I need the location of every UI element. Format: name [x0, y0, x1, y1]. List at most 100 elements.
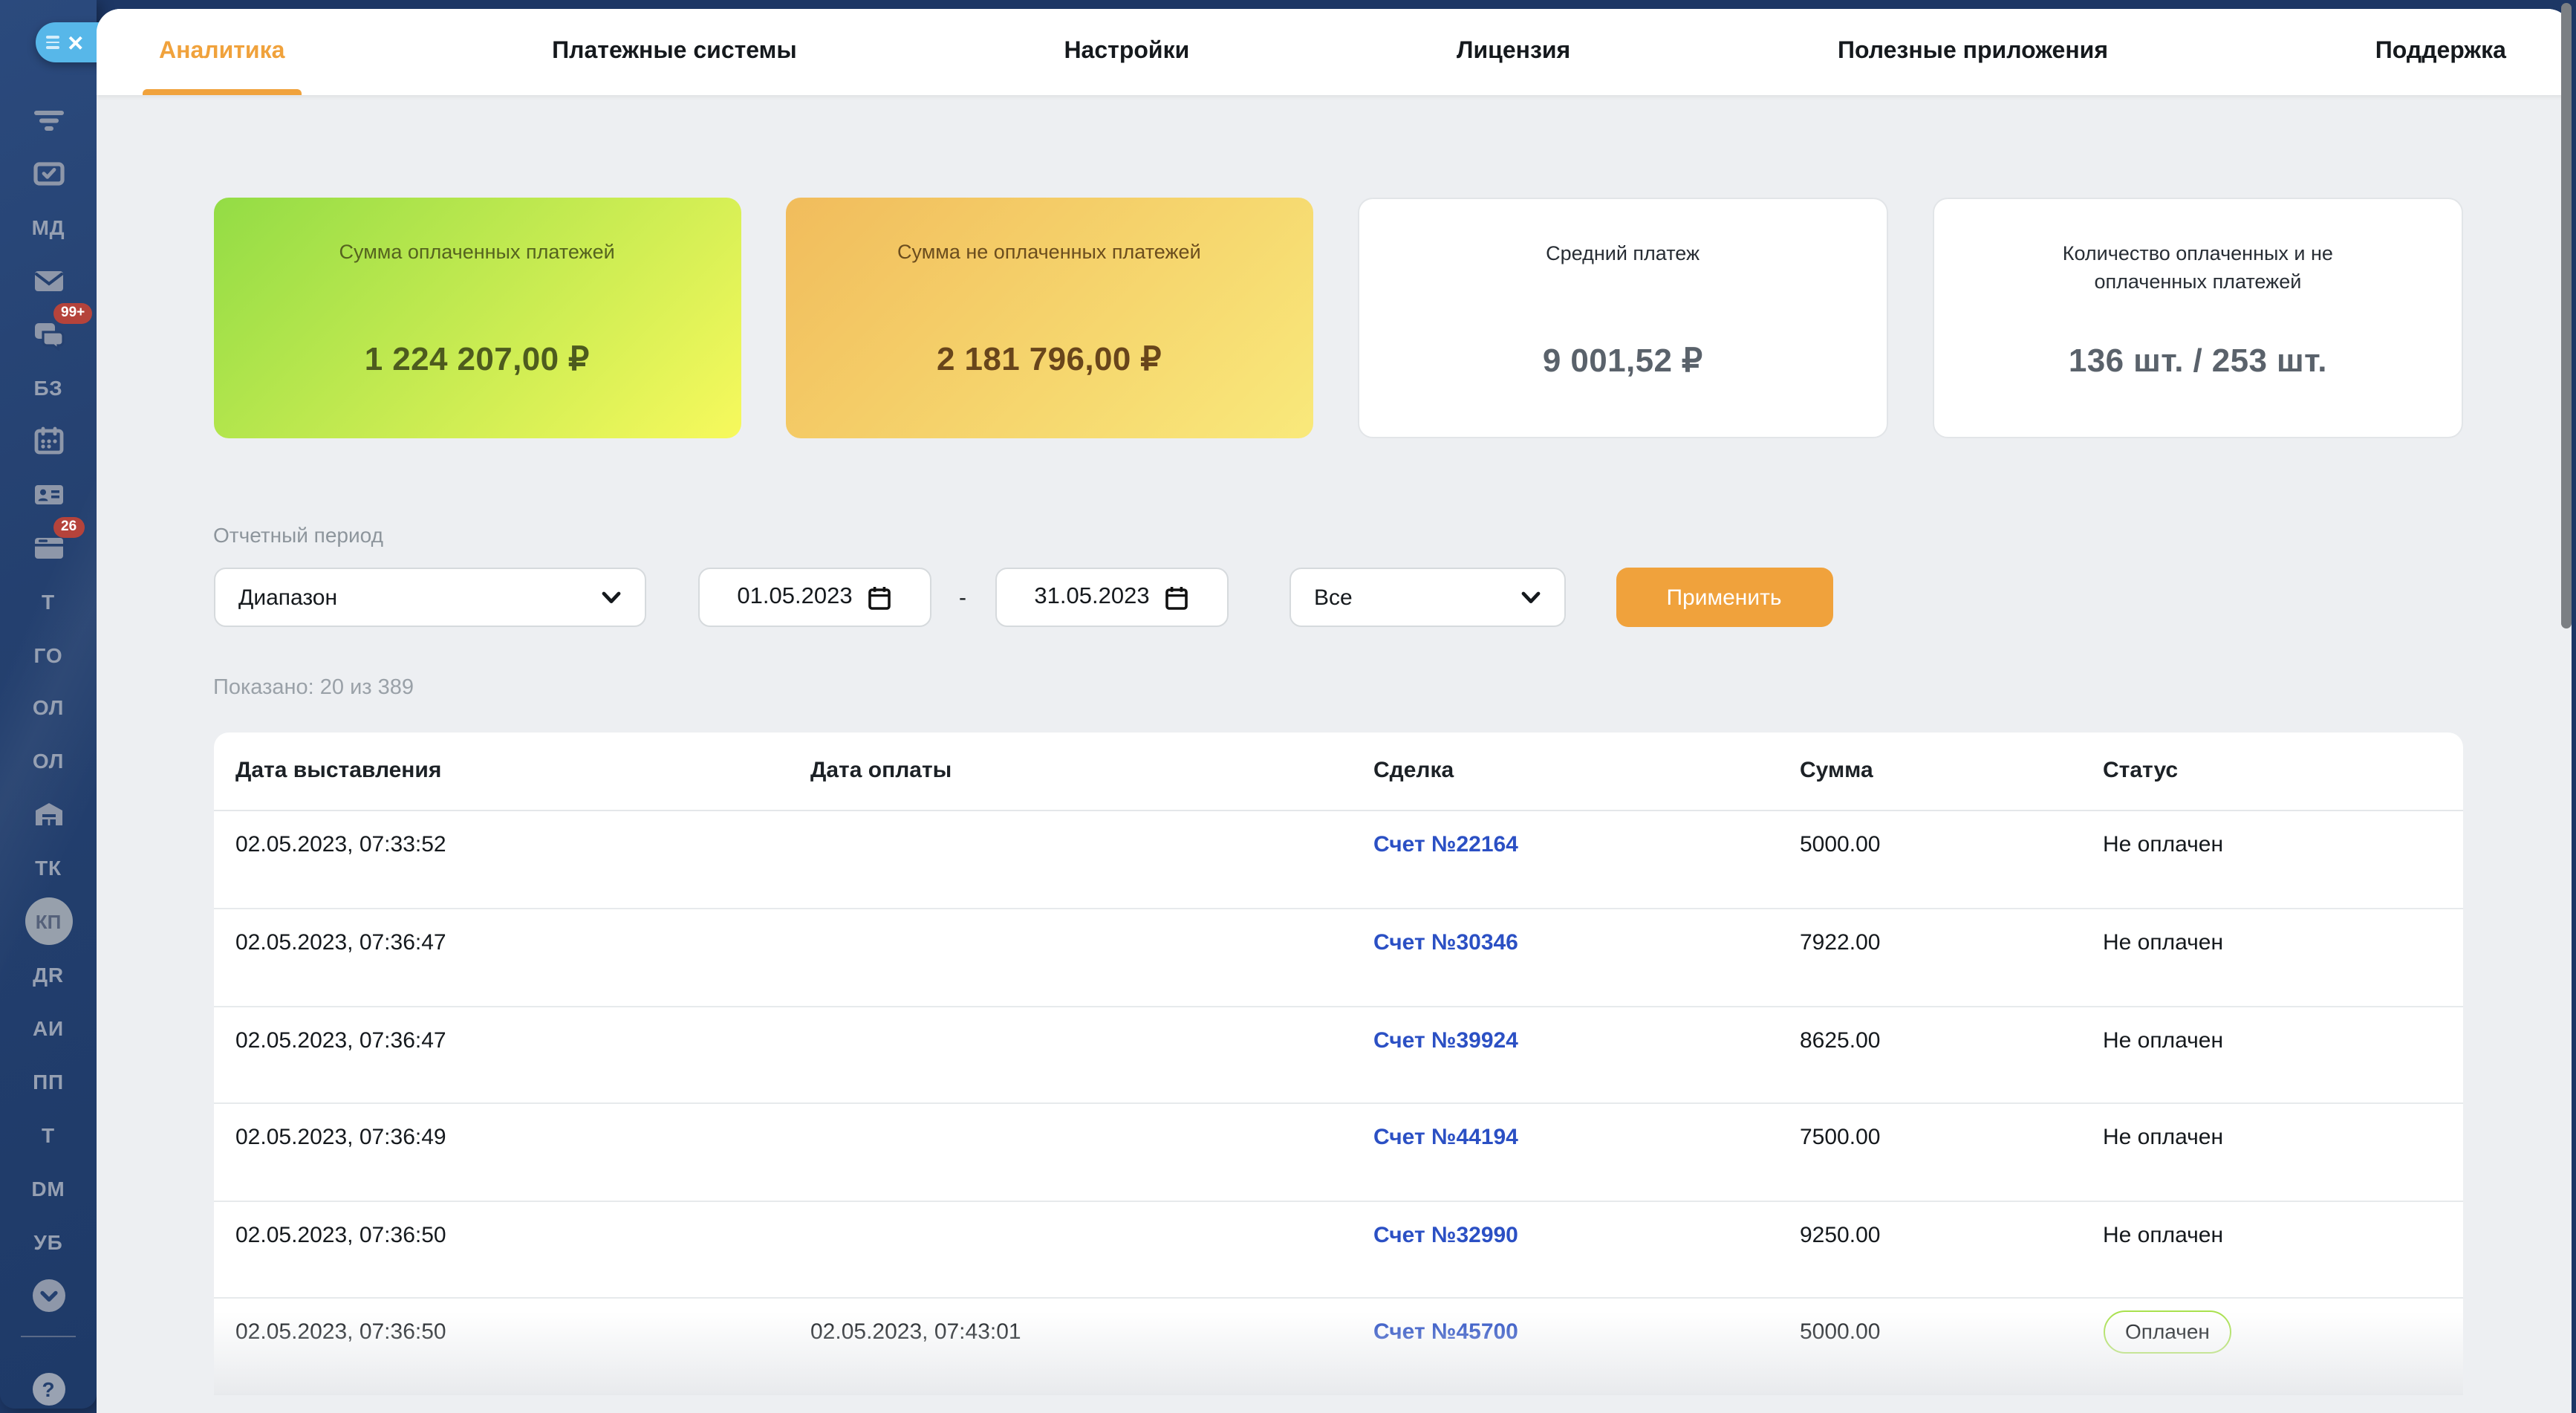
column-header: Сделка [1373, 759, 1800, 784]
sidebar-item-envelope[interactable] [0, 257, 97, 305]
calendar-icon [32, 424, 65, 457]
scope-select[interactable]: Все [1289, 568, 1565, 627]
sidebar-item-text[interactable]: БЗ [0, 364, 97, 412]
results-summary: Показано: 20 из 389 [213, 676, 2463, 700]
sidebar-item-label: Т [42, 589, 55, 613]
cell-issued-date: 02.05.2023, 07:36:47 [235, 1027, 810, 1053]
column-header: Сумма [1800, 759, 2103, 784]
sidebar-help-button[interactable]: ? [0, 1365, 97, 1413]
status-badge: Оплачен [2103, 1311, 2232, 1354]
cell-issued-date: 02.05.2023, 07:36:50 [235, 1223, 810, 1248]
app-window: Аналитика Платежные системы Настройки Лицен… [97, 9, 2572, 1413]
card-title: Средний платеж [1452, 238, 1794, 267]
sidebar-item-text[interactable]: УБ [0, 1218, 97, 1266]
sidebar-item-text[interactable]: ДR [0, 951, 97, 998]
sidebar-item-text[interactable]: ОЛ [0, 738, 97, 785]
sidebar-item-text[interactable]: Т [0, 1111, 97, 1159]
warehouse-icon [32, 799, 65, 831]
cell-status: Не оплачен [2103, 831, 2463, 857]
sidebar-item-monitor-check[interactable] [0, 150, 97, 198]
tab-analytics[interactable]: Аналитика [159, 9, 284, 94]
sidebar-item-calendar[interactable] [0, 417, 97, 464]
sidebar-item-label: ТК [35, 857, 62, 880]
notification-badge: 26 [53, 516, 84, 538]
cell-deal: Счет №22164 [1373, 831, 1800, 857]
sidebar-item-label: DM [31, 1177, 65, 1201]
table-row: 02.05.2023, 07:36:50 Счет №32990 9250.00Не… [213, 1201, 2463, 1298]
deal-link[interactable]: Счет №44194 [1373, 1125, 1518, 1151]
tab-support[interactable]: Поддержка [2375, 9, 2506, 94]
column-header: Статус [2103, 759, 2463, 784]
card-value: 1 224 207,00 ₽ [213, 340, 741, 378]
column-header: Дата оплаты [810, 759, 1373, 784]
range-type-value: Диапазон [238, 585, 337, 610]
table-body: 02.05.2023, 07:33:52Счет №221645000.00Не… [213, 811, 2463, 1395]
date-from-value: 01.05.2023 [737, 584, 852, 611]
cell-amount: 9250.00 [1800, 1223, 2103, 1248]
summary-cards-row: Сумма оплаченных платежей 1 224 207,00 ₽ С… [213, 197, 2463, 438]
deal-link[interactable]: Счет №22164 [1373, 831, 1518, 857]
table-row: 02.05.2023, 07:36:47Счет №303467922.00Не… [213, 908, 2463, 1005]
sidebar-item-chevron-down-circle[interactable] [0, 1272, 97, 1319]
apply-button[interactable]: Применить [1616, 568, 1832, 627]
summary-card: Сумма не оплаченных платежей 2 181 796,00… [785, 197, 1313, 438]
sidebar-item-label: МД [32, 215, 65, 239]
envelope-icon [32, 264, 65, 297]
summary-card: Количество оплаченных и не оплаченных пл… [1933, 197, 2463, 438]
sidebar-item-text[interactable]: ТК [0, 845, 97, 892]
card-title: Сумма оплаченных платежей [247, 237, 707, 265]
vertical-scrollbar[interactable] [2561, 3, 2572, 628]
card-title: Сумма не оплаченных платежей [819, 237, 1279, 265]
cell-status: Оплачен [2103, 1320, 2463, 1354]
sidebar-item-text[interactable]: DM [0, 1165, 97, 1212]
table-row: 02.05.2023, 07:33:52Счет №221645000.00Не… [213, 811, 2463, 908]
sidebar-item-text[interactable]: ОЛ [0, 684, 97, 732]
sidebar-item-text[interactable]: МД [0, 204, 97, 251]
deal-link[interactable]: Счет №39924 [1373, 1027, 1518, 1053]
sidebar-divider [21, 1336, 76, 1337]
deal-link[interactable]: Счет №30346 [1373, 930, 1518, 955]
sidebar-item-label: ДR [33, 963, 64, 987]
sidebar-item-label: БЗ [34, 376, 63, 400]
sidebar-item-avatar[interactable]: КП [0, 898, 97, 946]
cell-amount: 7500.00 [1800, 1125, 2103, 1151]
column-header: Дата выставления [235, 759, 810, 784]
date-separator: - [959, 585, 966, 610]
date-from-input[interactable]: 01.05.2023 [697, 568, 931, 627]
chevron-down-icon [1520, 591, 1540, 604]
sidebar-item-chat[interactable]: 99+ [0, 311, 97, 358]
chevron-down-icon [601, 591, 620, 604]
content-area: Сумма оплаченных платежей 1 224 207,00 ₽ С… [97, 94, 2572, 1413]
cell-deal: Счет №30346 [1373, 930, 1800, 955]
tab-payment-systems[interactable]: Платежные системы [552, 9, 797, 94]
cell-deal: Счет №45700 [1373, 1320, 1800, 1345]
sidebar-item-text[interactable]: Т [0, 577, 97, 625]
sidebar-item-text[interactable]: ПП [0, 1058, 97, 1105]
deal-link[interactable]: Счет №45700 [1373, 1320, 1518, 1345]
cell-issued-date: 02.05.2023, 07:36:50 [235, 1320, 810, 1345]
cell-status: Не оплачен [2103, 1223, 2463, 1248]
sidebar-item-id-card[interactable] [0, 470, 97, 518]
sidebar-item-warehouse[interactable] [0, 791, 97, 839]
tab-useful-apps[interactable]: Полезные приложения [1838, 9, 2108, 94]
avatar: КП [25, 898, 72, 946]
sidebar-item-label: ОЛ [33, 750, 64, 773]
cell-deal: Счет №39924 [1373, 1027, 1800, 1053]
table-row: 02.05.2023, 07:36:49Счет №441947500.00Не… [213, 1103, 2463, 1201]
card-value: 2 181 796,00 ₽ [785, 340, 1313, 378]
sidebar-item-browser[interactable]: 26 [0, 524, 97, 571]
menu-icon [46, 33, 59, 52]
close-icon: ✕ [67, 32, 84, 53]
sidebar-item-filter[interactable] [0, 97, 97, 144]
sidebar-item-text[interactable]: АИ [0, 1004, 97, 1052]
table-row: 02.05.2023, 07:36:47Счет №399248625.00Не… [213, 1005, 2463, 1102]
date-to-input[interactable]: 31.05.2023 [995, 568, 1228, 627]
table-header: Дата выставленияДата оплатыСделкаСуммаСт… [213, 733, 2463, 811]
tab-settings[interactable]: Настройки [1064, 9, 1189, 94]
deal-link[interactable]: Счет №32990 [1373, 1223, 1518, 1248]
tab-license[interactable]: Лицензия [1457, 9, 1570, 94]
sidebar-item-text[interactable]: ГО [0, 631, 97, 678]
range-type-select[interactable]: Диапазон [213, 568, 645, 627]
cell-amount: 7922.00 [1800, 930, 2103, 955]
question-icon: ? [32, 1373, 65, 1406]
